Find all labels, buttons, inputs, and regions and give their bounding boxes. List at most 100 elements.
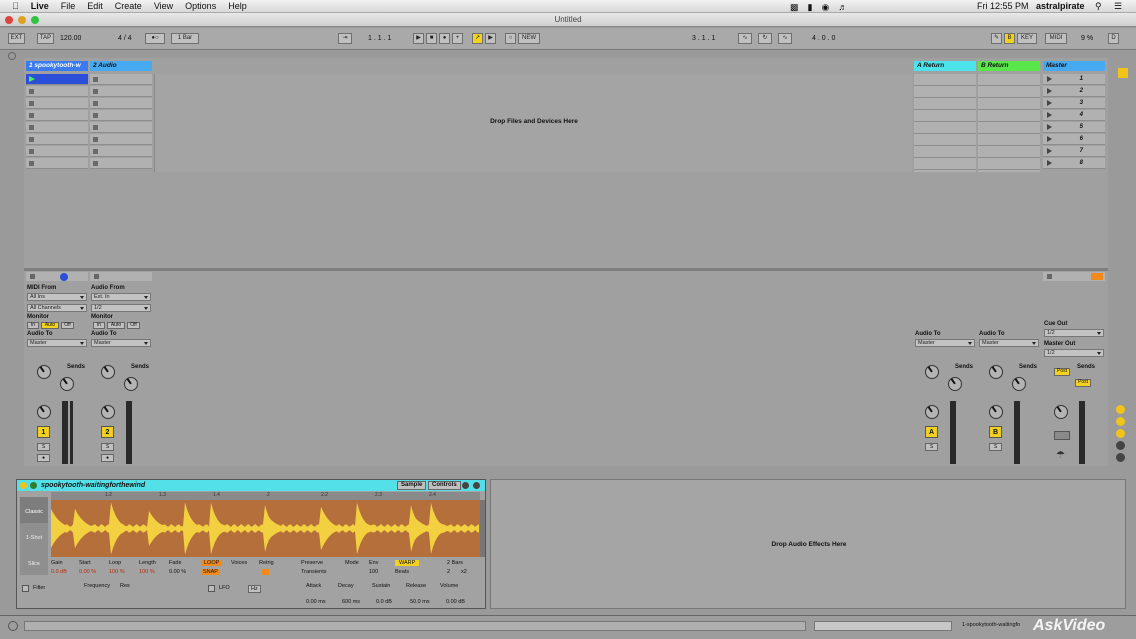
scene-launch[interactable]: 3 [1043,98,1105,109]
scene-launch[interactable]: 7 [1043,146,1105,157]
volume-value[interactable]: 0.00 dB [446,599,465,605]
device-view[interactable]: Drop Audio Effects Here [490,479,1126,609]
solo-button[interactable]: S [925,443,938,451]
send-a-knob[interactable] [37,365,51,379]
scene-launch[interactable]: 1 [1043,74,1105,85]
send-a-knob[interactable] [989,365,1003,379]
volume-fader[interactable] [70,401,73,464]
apple-icon[interactable]:  [12,1,19,11]
play-clip-icon[interactable] [29,76,35,82]
clip-slot[interactable] [26,86,88,97]
clip-slot-playing[interactable] [26,74,88,85]
audio-to-dropdown[interactable]: Master [91,339,151,347]
loop-value[interactable]: 100 % [109,569,125,575]
monitor-in-button[interactable]: In [93,322,105,329]
search-icon[interactable]: ⚲ [1095,1,1102,12]
loop-start[interactable]: 3 . 1 . 1 [692,33,715,44]
audio-to-dropdown[interactable]: Master [915,339,975,347]
waveform-scrollbar[interactable] [480,500,485,557]
send-a-knob[interactable] [925,365,939,379]
clock[interactable]: Fri 12:55 PM [977,1,1029,11]
track-activator-1[interactable]: 1 [37,426,50,438]
clip-slot[interactable] [90,86,152,97]
pan-knob[interactable] [101,405,115,419]
master-pan-knob[interactable] [1054,405,1068,419]
selected-clip-name[interactable]: 1-spookytooth-waitingfo [962,622,1020,628]
pan-knob[interactable] [989,405,1003,419]
stop-icon[interactable]: ■ [426,33,437,44]
scene-launch[interactable]: 2 [1043,86,1105,97]
stop-icon[interactable] [94,274,99,279]
browser-icon[interactable]: B [1004,33,1015,44]
menu-edit[interactable]: Edit [87,1,103,11]
clip-slot[interactable] [26,98,88,109]
filter-checkbox[interactable] [22,585,29,592]
clip-play-icon[interactable] [30,482,37,489]
bars-value[interactable]: 2 Bars [447,560,463,566]
arm-button[interactable]: ● [37,454,50,462]
volume-icon[interactable]: ♬ [838,2,847,13]
track-1-header[interactable]: 1 spookytooth-w [26,61,88,71]
clip-stop-icon[interactable] [93,77,98,82]
monitor-auto-button[interactable]: Auto [41,322,59,329]
return-a-activator[interactable]: A [925,426,938,438]
midi-channel-dropdown[interactable]: All Channels [27,304,87,312]
clip-stop-icon[interactable] [29,161,34,166]
controls-tab[interactable]: Controls [428,481,461,490]
master-out-dropdown[interactable]: 1/2 [1044,349,1104,357]
half-button[interactable]: 2 [447,569,450,575]
clip-ruler[interactable]: 1.2 1.3 1.4 2 2.2 2.3 2.4 [51,492,480,500]
clip-slot[interactable] [26,122,88,133]
audio-to-dropdown[interactable]: Master [979,339,1039,347]
send-b-knob[interactable] [124,377,138,391]
clip-slot[interactable] [90,134,152,145]
scene-launch[interactable]: 6 [1043,134,1105,145]
clip-name[interactable]: spookytooth-waitingforthewind [41,482,145,489]
scene-launch[interactable]: 4 [1043,110,1105,121]
close-icon[interactable] [5,16,13,24]
scene-launch[interactable]: 5 [1043,122,1105,133]
double-button[interactable]: x2 [461,569,467,575]
waveform-display[interactable] [51,500,480,557]
headphone-icon[interactable]: ☂ [1056,450,1070,462]
retrig-button[interactable] [262,569,269,575]
track-activator-2[interactable]: 2 [101,426,114,438]
classic-mode-button[interactable]: Classic [20,497,48,523]
battery-icon[interactable]: ▮ [808,2,813,13]
sample-tab[interactable]: Sample [397,481,427,490]
slice-mode-button[interactable]: Slice [20,549,48,575]
return-a-header[interactable]: A Return [914,61,976,71]
wifi-icon[interactable]: ◉ [821,2,829,13]
send-b-knob[interactable] [948,377,962,391]
lfo-hz-button[interactable]: Hz [248,585,261,593]
env-value[interactable]: 100 [369,569,378,575]
clip-stop-icon[interactable] [93,125,98,130]
monitor-in-button[interactable]: In [27,322,39,329]
start-value[interactable]: 0.00 % [79,569,96,575]
overview-toggle-icon[interactable] [8,52,16,60]
cue-icon[interactable] [1091,273,1103,280]
monitor-off-button[interactable]: Off [127,322,140,329]
cue-out-dropdown[interactable]: 1/2 [1044,329,1104,337]
tempo-field[interactable]: 120.00 [60,33,81,44]
re-enable-automation-icon[interactable]: ▶ [485,33,496,44]
time-signature[interactable]: 4 / 4 [118,33,132,44]
master-header[interactable]: Master [1043,61,1105,71]
clip-slot[interactable] [26,110,88,121]
sends-toggle-icon[interactable] [1116,417,1125,426]
gain-value[interactable]: 0.0 dB [51,569,67,575]
solo-button[interactable]: S [989,443,1002,451]
play-icon[interactable]: ▶ [413,33,424,44]
post-button[interactable]: Post [1075,379,1091,387]
mixer-toggle-icon[interactable] [1116,441,1125,450]
clip-stop-icon[interactable] [29,101,34,106]
session-view-toggle-icon[interactable] [1118,68,1128,78]
one-shot-mode-button[interactable]: 1-Shot [20,523,48,549]
clip-slot[interactable] [26,146,88,157]
clip-slot[interactable] [90,98,152,109]
stop-all-icon[interactable] [30,274,35,279]
preserve-dropdown[interactable]: Transients [301,569,326,575]
quantize-dropdown[interactable]: 1 Bar [171,33,199,44]
follow-icon[interactable]: ⇥ [338,33,352,44]
input-channel-dropdown[interactable]: 1/2 [91,304,151,312]
